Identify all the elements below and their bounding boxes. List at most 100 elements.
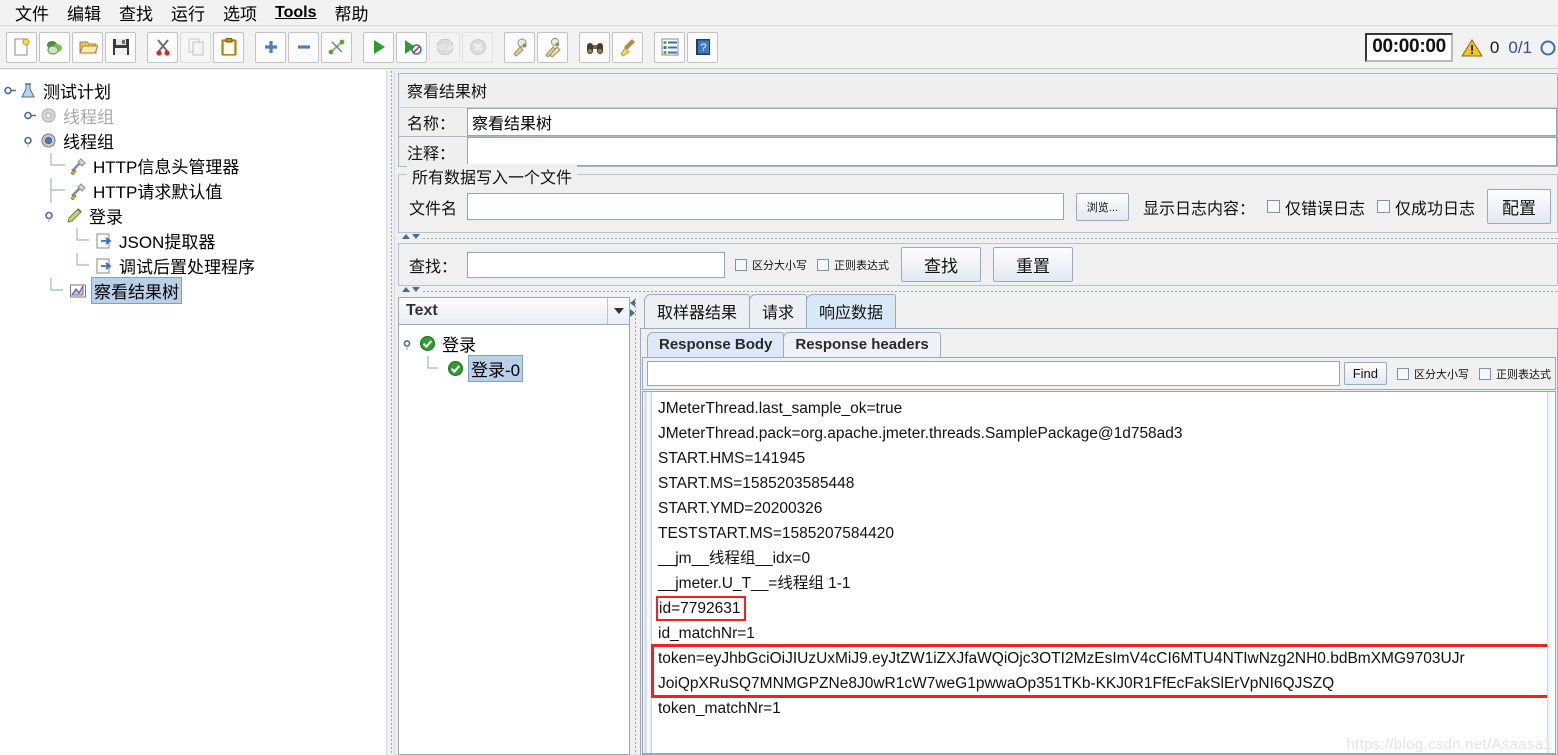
- tree-node-debug-postprocessor[interactable]: 调试后置处理程序: [4, 253, 386, 278]
- tree-node-label: 测试计划: [43, 83, 111, 102]
- tree-node-login-sampler[interactable]: 登录: [4, 203, 386, 228]
- main-vertical-splitter[interactable]: [386, 70, 395, 755]
- menu-help[interactable]: 帮助: [325, 0, 377, 27]
- editor-horizontal-splitter-top[interactable]: [398, 234, 1558, 243]
- tree-node-thread-group[interactable]: 线程组: [4, 128, 386, 153]
- search-case-sensitive-checkbox[interactable]: 区分大小写: [735, 257, 807, 273]
- collapse-left-icon[interactable]: [630, 299, 635, 307]
- successes-only-checkbox[interactable]: 仅成功日志: [1376, 195, 1475, 219]
- configure-button[interactable]: 配置: [1487, 189, 1551, 224]
- menu-options[interactable]: 选项: [214, 0, 266, 27]
- splitter-arrows[interactable]: [630, 299, 635, 317]
- expand-all-button[interactable]: [255, 31, 286, 63]
- tab-request[interactable]: 请求: [749, 294, 808, 328]
- expand-handle-icon[interactable]: [4, 84, 17, 97]
- comment-input[interactable]: [467, 137, 1557, 166]
- tab-response-data[interactable]: 响应数据: [806, 294, 897, 328]
- expand-handle-icon[interactable]: [24, 109, 37, 122]
- new-test-plan-button[interactable]: [6, 31, 37, 63]
- expand-handle-icon[interactable]: [45, 209, 58, 222]
- function-helper-button[interactable]: [654, 31, 685, 63]
- editor-horizontal-splitter-bottom[interactable]: [398, 287, 1558, 296]
- display-log-label: 显示日志内容：: [1142, 200, 1255, 218]
- response-find-button[interactable]: Find: [1343, 362, 1387, 385]
- collapse-up-icon[interactable]: [402, 234, 410, 239]
- open-folder-icon: [78, 37, 98, 57]
- body-line-text: token_matchNr=1: [658, 700, 781, 717]
- paste-button[interactable]: [213, 31, 244, 63]
- tree-elbow-icon: [72, 228, 94, 253]
- expand-handle-icon[interactable]: [403, 337, 416, 350]
- warning-icon[interactable]: [1460, 38, 1483, 58]
- tree-node-test-plan[interactable]: 测试计划: [4, 78, 386, 103]
- start-no-timers-button[interactable]: [396, 31, 427, 63]
- menu-tools[interactable]: Tools: [266, 2, 325, 24]
- body-line-token-continued: JoiQpXRuSQ7MNMGPZNe8J0wR1cW7weG1pwwaOp35…: [658, 671, 1555, 696]
- clear-all-button[interactable]: [537, 31, 568, 63]
- play-no-pause-icon: [402, 37, 422, 57]
- menu-edit[interactable]: 编辑: [58, 0, 110, 27]
- errors-only-checkbox[interactable]: 仅错误日志: [1266, 195, 1365, 219]
- result-node-login[interactable]: 登录: [403, 331, 629, 356]
- response-find-input[interactable]: [647, 361, 1340, 386]
- stop-button[interactable]: STOP: [429, 31, 460, 63]
- collapse-right-icon[interactable]: [630, 309, 635, 317]
- filename-input[interactable]: [467, 193, 1064, 220]
- collapse-up-icon[interactable]: [402, 287, 410, 292]
- tree-node-http-request-defaults[interactable]: HTTP请求默认值: [4, 178, 386, 203]
- response-body-gutter: [643, 392, 652, 753]
- search-regex-checkbox[interactable]: 正则表达式: [817, 257, 889, 273]
- response-body-view[interactable]: JMeterThread.last_sample_ok=true JMeterT…: [642, 391, 1556, 754]
- response-case-sensitive-checkbox[interactable]: 区分大小写: [1397, 366, 1469, 382]
- broom-icon: [618, 37, 638, 57]
- expand-handle-icon[interactable]: [24, 134, 37, 147]
- open-button[interactable]: [72, 31, 103, 63]
- reset-search-button[interactable]: [612, 31, 643, 63]
- collapse-down-icon[interactable]: [412, 287, 420, 292]
- search-button[interactable]: [579, 31, 610, 63]
- start-button[interactable]: [363, 31, 394, 63]
- shutdown-button[interactable]: [462, 31, 493, 63]
- tree-node-view-results-tree[interactable]: 察看结果树: [4, 277, 386, 304]
- name-label: 名称：: [399, 108, 467, 136]
- render-selector-combo[interactable]: Text: [398, 297, 630, 325]
- templates-button[interactable]: [39, 31, 70, 63]
- name-input[interactable]: 察看结果树: [467, 108, 1557, 136]
- toggle-button[interactable]: [321, 31, 352, 63]
- tree-node-json-extractor[interactable]: JSON提取器: [4, 228, 386, 253]
- results-vertical-splitter[interactable]: [630, 297, 640, 755]
- menu-file[interactable]: 文件: [6, 0, 58, 27]
- tree-node-thread-group-disabled[interactable]: 线程组: [4, 103, 386, 128]
- case-sensitive-label: 区分大小写: [1414, 368, 1469, 381]
- tab-sampler-result[interactable]: 取样器结果: [644, 294, 751, 328]
- subtab-response-body[interactable]: Response Body: [647, 332, 785, 357]
- tree-node-http-header-manager[interactable]: HTTP信息头管理器: [4, 153, 386, 178]
- menu-search[interactable]: 查找: [110, 0, 162, 27]
- results-bottom-area: Text 登录 登录-0 取样器结果 请求 响应数据 Response Body…: [398, 294, 1558, 755]
- browse-button[interactable]: 浏览...: [1075, 192, 1129, 221]
- menu-tools-label: Tools: [275, 3, 317, 21]
- body-line: START.YMD=20200326: [658, 496, 1555, 521]
- help-button[interactable]: ?: [687, 31, 718, 63]
- collapse-all-button[interactable]: [288, 31, 319, 63]
- search-reset-button[interactable]: 重置: [993, 247, 1074, 282]
- test-plan-tree[interactable]: 测试计划 线程组 线程组 HTTP信息头管理器 HTTP请求默认值 登录 JSO…: [0, 71, 386, 304]
- subtab-response-headers[interactable]: Response headers: [783, 332, 941, 357]
- splitter-arrows[interactable]: [402, 234, 420, 239]
- result-node-login-0[interactable]: 登录-0: [403, 355, 629, 382]
- collapse-down-icon[interactable]: [412, 234, 420, 239]
- clear-button[interactable]: [504, 31, 535, 63]
- menu-run[interactable]: 运行: [162, 0, 214, 27]
- cut-button[interactable]: [147, 31, 178, 63]
- response-body-scrollbar[interactable]: [1547, 392, 1555, 753]
- splitter-arrows[interactable]: [402, 287, 420, 292]
- search-input[interactable]: [467, 251, 726, 278]
- chevron-down-icon[interactable]: [607, 298, 629, 324]
- response-regex-checkbox[interactable]: 正则表达式: [1479, 366, 1551, 382]
- tree-node-label: 调试后置处理程序: [119, 258, 255, 277]
- search-find-button[interactable]: 查找: [901, 247, 982, 282]
- save-button[interactable]: [105, 31, 136, 63]
- copy-button[interactable]: [180, 31, 211, 63]
- sample-results-tree[interactable]: 登录 登录-0: [398, 325, 630, 755]
- body-line: JMeterThread.last_sample_ok=true: [658, 396, 1555, 421]
